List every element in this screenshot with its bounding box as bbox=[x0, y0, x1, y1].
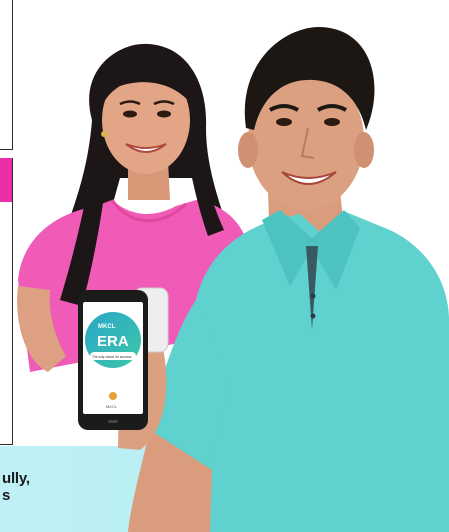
students-promo-illustration: MKCL ERA The only choice for success MKC… bbox=[17, 26, 449, 532]
phone-tagline: The only choice for success bbox=[92, 355, 132, 359]
phone-footer-text: MKCL bbox=[106, 404, 118, 409]
phone-brand-title: ERA bbox=[97, 333, 129, 350]
banner-text-line-2: s bbox=[2, 487, 11, 504]
banner-text-fragment: ully, s bbox=[2, 470, 30, 504]
banner-text-line-1: ully, bbox=[2, 470, 30, 487]
phone-brand-small: MKCL bbox=[98, 324, 116, 330]
